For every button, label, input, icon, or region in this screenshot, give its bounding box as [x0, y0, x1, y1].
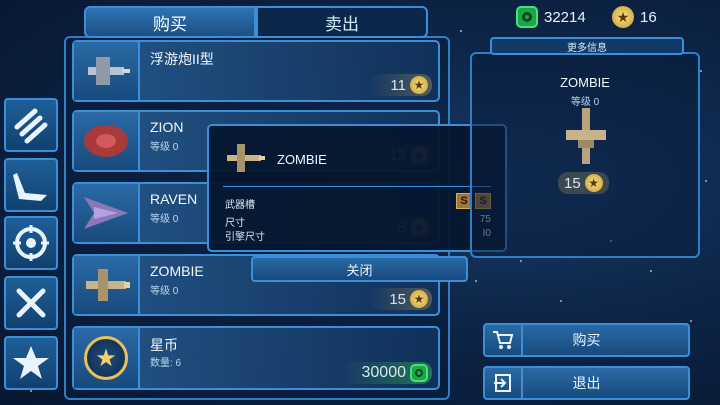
item-level: 等级 0 [150, 142, 179, 153]
item-name: 浮游炮II型 [150, 51, 214, 67]
stat-label: 尺寸 [225, 218, 245, 229]
exit-icon [485, 368, 523, 398]
gem-price-icon [410, 364, 428, 382]
item-quantity: 数量: 6 [150, 358, 182, 369]
tools-icon [16, 288, 46, 318]
item-name: ZION [150, 119, 184, 135]
ship-thumbnail [74, 256, 140, 314]
item-name: ZOMBIE [150, 263, 204, 279]
info-price: 15 ★ [558, 172, 609, 194]
star-currency-icon: ★ [612, 6, 634, 28]
star-balance: ★ 16 [612, 4, 657, 30]
ship-wing-icon [13, 173, 47, 201]
item-name: RAVEN [150, 191, 198, 207]
info-header: 更多信息 [490, 37, 684, 55]
item-price: 30000 [341, 362, 432, 384]
list-item[interactable]: ★ 星币 数量: 6 30000 [72, 326, 440, 390]
item-price: 11 ★ [370, 74, 432, 96]
gem-icon [516, 6, 538, 28]
ship-detail-popup: ZOMBIE 武器槽 S S 尺寸 75 引擎尺寸 I0 [207, 124, 507, 252]
divider [223, 186, 491, 187]
star-icon [13, 346, 49, 379]
ship-thumbnail [74, 184, 140, 242]
star-coin-thumbnail: ★ [74, 328, 140, 388]
close-button[interactable]: 关闭 [251, 256, 468, 282]
ship-thumbnail [74, 42, 140, 100]
missiles-icon [14, 108, 48, 144]
crosshair-icon [13, 225, 49, 261]
buy-button[interactable]: 购买 [483, 323, 690, 357]
gem-count: 32214 [544, 8, 586, 26]
cart-icon [485, 325, 523, 355]
popup-ship-name: ZOMBIE [277, 152, 327, 167]
sidebar-missiles-button[interactable] [4, 98, 58, 152]
list-item[interactable]: 浮游炮II型 11 ★ [72, 40, 440, 102]
tab-buy[interactable]: 购买 [84, 6, 256, 38]
zion-ship-icon [84, 125, 128, 157]
buy-button-label: 购买 [572, 332, 601, 348]
raven-ship-icon [84, 197, 128, 229]
info-ship-name: ZOMBIE [560, 75, 610, 90]
item-name: 星币 [150, 337, 178, 353]
star-price-icon: ★ [410, 76, 428, 94]
star-price-icon: ★ [584, 174, 603, 192]
item-level: 等级 0 [150, 286, 179, 297]
sidebar-ships-button[interactable] [4, 158, 58, 212]
sidebar-weapons-button[interactable] [4, 216, 58, 270]
gem-balance: 32214 [516, 4, 586, 30]
turret-ship-icon [88, 57, 130, 85]
tab-sell[interactable]: 卖出 [256, 6, 428, 38]
star-coin-icon: ★ [84, 336, 128, 380]
exit-button-label: 退出 [572, 375, 601, 391]
star-count: 16 [640, 8, 657, 26]
zombie-ship-icon [566, 108, 606, 164]
zombie-ship-icon [86, 269, 130, 301]
sidebar-tools-button[interactable] [4, 276, 58, 330]
ship-thumbnail [74, 112, 140, 170]
item-level: 等级 0 [150, 214, 179, 225]
item-price: 15 ★ [369, 288, 432, 310]
star-price-icon: ★ [410, 290, 428, 308]
zombie-ship-icon [227, 144, 265, 172]
stat-label: 引擎尺寸 [225, 232, 265, 243]
exit-button[interactable]: 退出 [483, 366, 690, 400]
stat-label: 武器槽 [225, 200, 255, 211]
sidebar-star-button[interactable] [4, 336, 58, 390]
